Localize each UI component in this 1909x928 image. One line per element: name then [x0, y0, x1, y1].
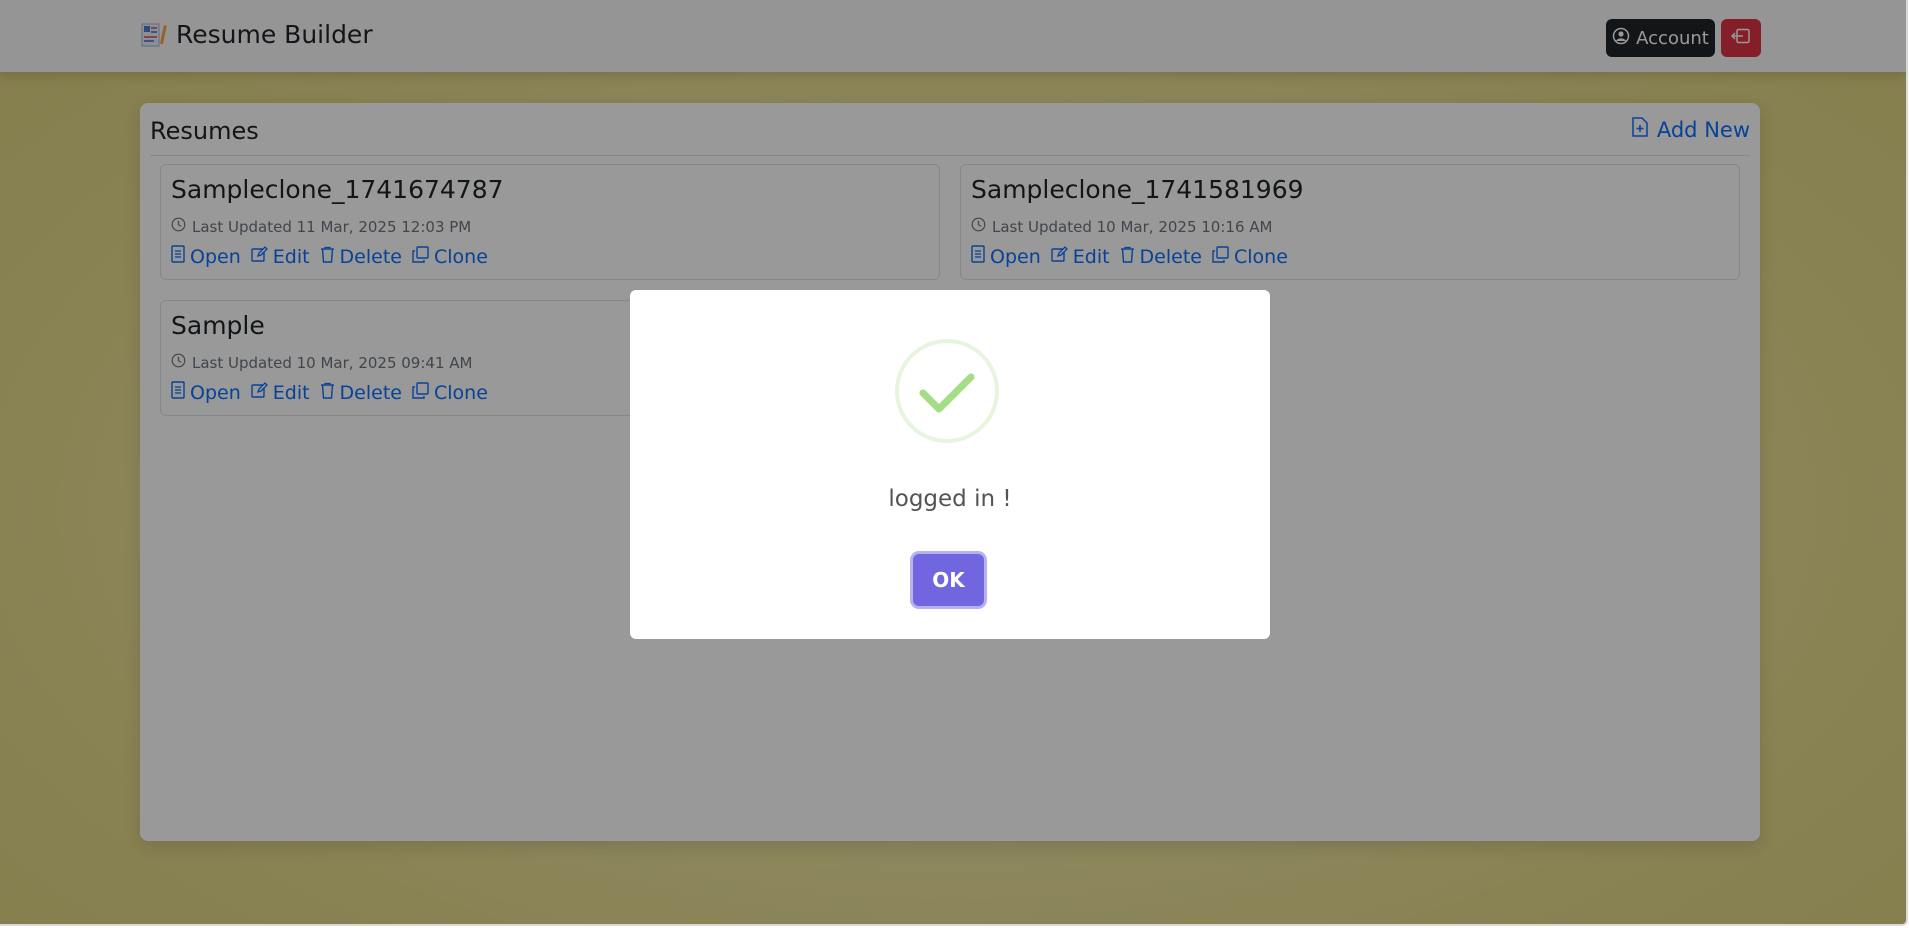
dialog-message: logged in ! [888, 486, 1012, 512]
success-check-icon [895, 339, 999, 443]
ok-button[interactable]: OK [913, 554, 984, 606]
page-background: Resume Builder Account Resumes Add New S… [0, 0, 1908, 926]
success-dialog: logged in ! OK [630, 290, 1270, 639]
